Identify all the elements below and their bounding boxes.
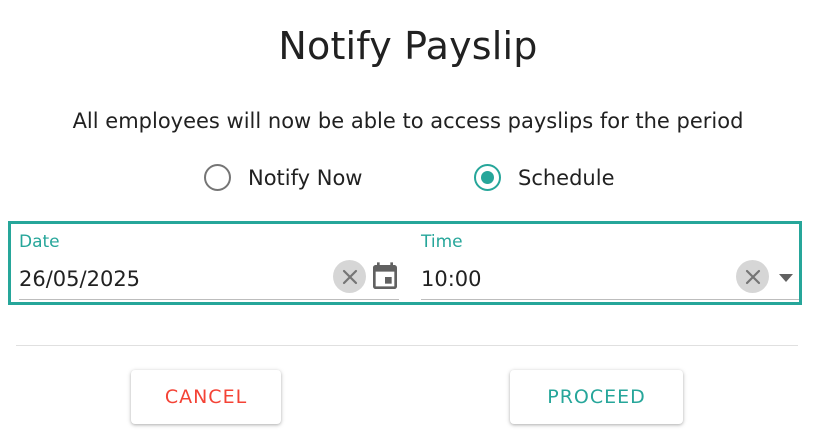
- schedule-fields-panel: Date 26/05/2025 Time 10:00: [8, 221, 802, 305]
- date-field[interactable]: Date 26/05/2025: [19, 224, 399, 302]
- proceed-button[interactable]: PROCEED: [510, 370, 683, 424]
- radio-checked-icon[interactable]: [474, 164, 501, 191]
- date-field-label: Date: [19, 232, 60, 252]
- time-field-label: Time: [421, 232, 463, 252]
- notify-payslip-dialog: Notify Payslip All employees will now be…: [0, 0, 816, 440]
- close-icon: [745, 269, 760, 284]
- close-icon: [342, 269, 357, 284]
- time-field-value[interactable]: 10:00: [421, 267, 482, 291]
- date-clear-icon[interactable]: [333, 260, 366, 293]
- schedule-label: Schedule: [518, 165, 615, 190]
- notify-mode-radio-group: Notify Now Schedule: [0, 164, 816, 198]
- calendar-icon[interactable]: [369, 261, 401, 293]
- cancel-button[interactable]: CANCEL: [131, 370, 281, 424]
- time-field-underline: [421, 299, 799, 300]
- radio-selected-dot: [481, 171, 494, 184]
- date-field-value[interactable]: 26/05/2025: [19, 267, 140, 291]
- dialog-subtitle: All employees will now be able to access…: [72, 109, 744, 133]
- arrow-drop-down-icon[interactable]: [777, 270, 795, 284]
- notify-now-radio[interactable]: Notify Now: [204, 164, 363, 191]
- time-field[interactable]: Time 10:00: [421, 224, 799, 302]
- date-field-underline: [19, 299, 399, 300]
- actions-divider: [16, 345, 798, 346]
- time-clear-icon[interactable]: [736, 260, 769, 293]
- dialog-title: Notify Payslip: [278, 24, 538, 68]
- notify-now-label: Notify Now: [248, 165, 363, 190]
- radio-unchecked-icon[interactable]: [204, 164, 231, 191]
- schedule-radio[interactable]: Schedule: [474, 164, 615, 191]
